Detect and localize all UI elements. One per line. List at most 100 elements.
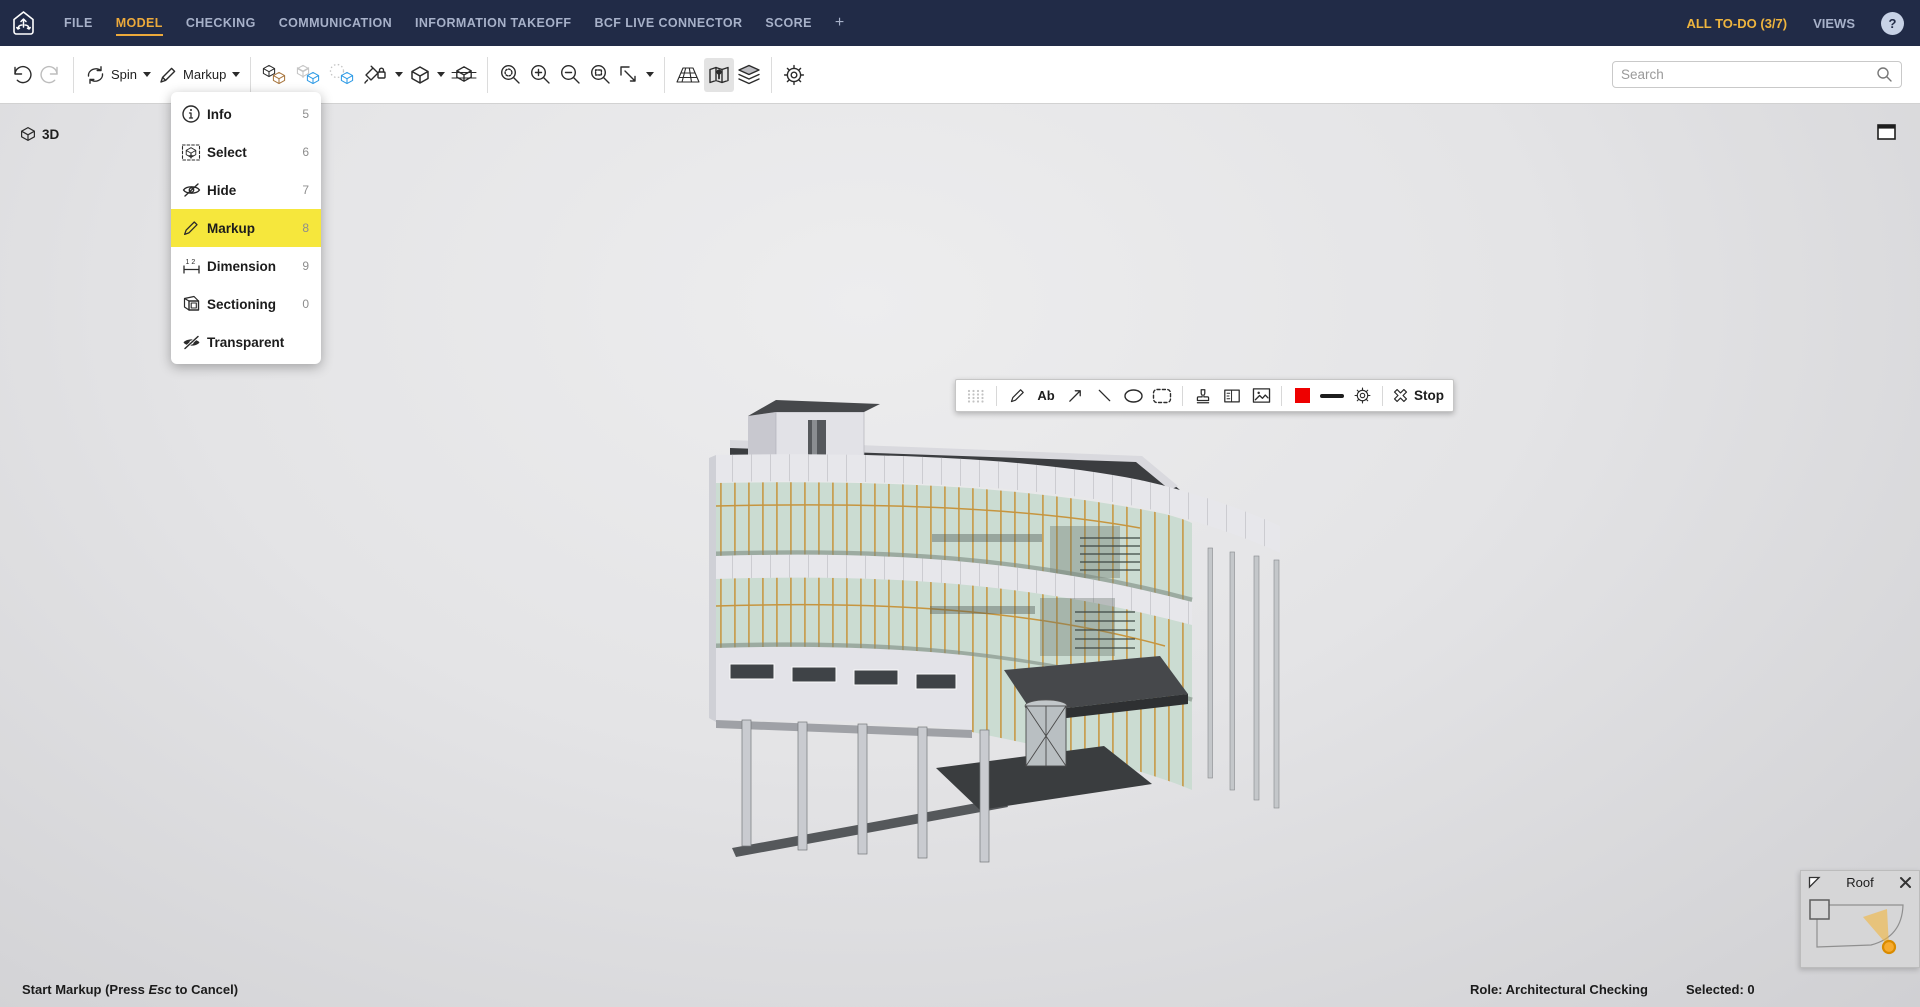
nav-item-score[interactable]: SCORE [765,10,811,36]
nav-item-information-takeoff[interactable]: INFORMATION TAKEOFF [415,10,571,36]
arrow-tool-icon[interactable] [1064,383,1086,409]
minimap-plan[interactable] [1803,895,1917,965]
pick-tool-button[interactable] [615,58,657,92]
layers-button[interactable] [734,58,764,92]
search-icon [1877,67,1892,82]
menu-item-select[interactable]: Select 6 [171,133,321,171]
zoom-in-button[interactable] [525,58,555,92]
markup-separator [1281,385,1282,406]
dimension-icon: 1 2 [181,256,207,276]
zoom-fit-button[interactable] [495,58,525,92]
spin-tool-button[interactable]: Spin [81,58,154,92]
markup-toolbar: Ab Stop [955,379,1454,412]
stop-markup-button[interactable]: Stop [1392,387,1444,404]
text-tool-icon[interactable]: Ab [1035,383,1057,409]
stop-label: Stop [1414,388,1444,403]
markup-separator [1182,385,1183,406]
cube-icon [20,126,36,142]
toolbar-separator [771,56,773,93]
markup-dropdown-menu: Info 5 Select 6 Hide 7 Markup 8 1 2 Dime… [171,92,321,364]
corner-expand-icon[interactable] [1808,876,1821,889]
view-mode-label: 3D [20,126,59,142]
label-tool-icon[interactable] [1221,383,1243,409]
select-icon [181,142,207,162]
chevron-down-icon [395,72,404,77]
spin-label: Spin [111,67,138,82]
roof-minimap-panel: Roof [1800,870,1920,968]
stamp-tool-icon[interactable] [1192,383,1214,409]
undo-button[interactable] [6,58,36,92]
menu-item-sectioning[interactable]: Sectioning 0 [171,285,321,323]
minimap-title: Roof [1846,874,1874,890]
chevron-down-icon [646,72,655,77]
sectioning-icon [181,294,207,314]
markup-settings-gear-icon[interactable] [1351,383,1373,409]
redo-button[interactable] [36,58,66,92]
toolbar-separator [73,56,74,93]
nav-item-checking[interactable]: CHECKING [186,10,256,36]
nav-item-model[interactable]: MODEL [115,10,163,36]
zoom-out-button[interactable] [555,58,585,92]
building-model [709,400,1280,863]
nav-item-add-tab[interactable]: + [835,8,845,38]
menu-item-markup[interactable]: Markup 8 [171,209,321,247]
chevron-down-icon [143,72,152,77]
menu-item-dimension[interactable]: 1 2 Dimension 9 [171,247,321,285]
solibri-logo-icon[interactable] [0,0,46,46]
view-cube-button[interactable] [406,58,448,92]
show-all-cubes-button[interactable] [258,58,292,92]
zoom-window-button[interactable] [585,58,615,92]
line-width-icon[interactable] [1320,383,1344,409]
markup-separator [1382,385,1383,406]
menu-item-hide[interactable]: Hide 7 [171,171,321,209]
help-button[interactable]: ? [1881,11,1904,35]
svg-text:1 2: 1 2 [186,259,196,266]
markup-label: Markup [183,67,227,82]
chevron-down-icon [232,72,241,77]
toolbar-separator [664,56,666,93]
app-root: FILE MODEL CHECKING COMMUNICATION INFORM… [0,0,1920,1007]
status-selected-count: Selected: 0 [1686,982,1755,997]
view-label-text: 3D [42,126,60,142]
minimap-header: Roof [1801,871,1919,893]
hide-others-cubes-button[interactable] [292,58,326,92]
settings-gear-button[interactable] [779,58,809,92]
chevron-down-icon [437,72,446,77]
views-link[interactable]: VIEWS [1813,16,1855,31]
color-lock-button[interactable] [360,58,406,92]
line-tool-icon[interactable] [1093,383,1115,409]
menu-item-transparent[interactable]: Transparent [171,323,321,361]
transparent-eye-icon [181,332,207,352]
nav-menu: FILE MODEL CHECKING COMMUNICATION INFORM… [64,8,845,38]
search-input[interactable] [1621,67,1876,82]
toolbar-separator [250,56,252,93]
image-tool-icon[interactable] [1250,383,1272,409]
markup-separator [996,385,997,406]
grid-plane-button[interactable] [672,58,704,92]
region-tool-icon[interactable] [1151,383,1173,409]
drag-handle-icon[interactable] [965,383,987,409]
map-pin-button[interactable] [704,57,735,92]
pen-tool-icon[interactable] [1006,383,1028,409]
close-icon[interactable] [1899,876,1912,889]
nav-right-group: ALL TO-DO (3/7) VIEWS ? [1686,0,1904,46]
ghost-others-cubes-button[interactable] [326,58,360,92]
section-box-button[interactable] [448,58,480,92]
markup-tool-button[interactable]: Markup [154,58,243,92]
search-box [1612,61,1902,88]
markup-pencil-icon [181,218,207,238]
nav-item-communication[interactable]: COMMUNICATION [279,10,392,36]
menu-item-info[interactable]: Info 5 [171,95,321,133]
esc-key-label: Esc [148,982,172,997]
top-navbar: FILE MODEL CHECKING COMMUNICATION INFORM… [0,0,1920,46]
nav-item-bcf-live-connector[interactable]: BCF LIVE CONNECTOR [594,10,742,36]
toolbar-separator [487,56,489,93]
panel-layout-button[interactable] [1877,124,1896,140]
color-swatch[interactable] [1291,383,1313,409]
nav-item-file[interactable]: FILE [64,10,93,36]
status-hint: Start Markup (Press Esc to Cancel) [22,982,239,997]
info-icon [181,104,207,124]
ellipse-tool-icon[interactable] [1122,383,1144,409]
stop-x-icon [1393,388,1408,403]
all-todo-link[interactable]: ALL TO-DO (3/7) [1686,16,1787,31]
